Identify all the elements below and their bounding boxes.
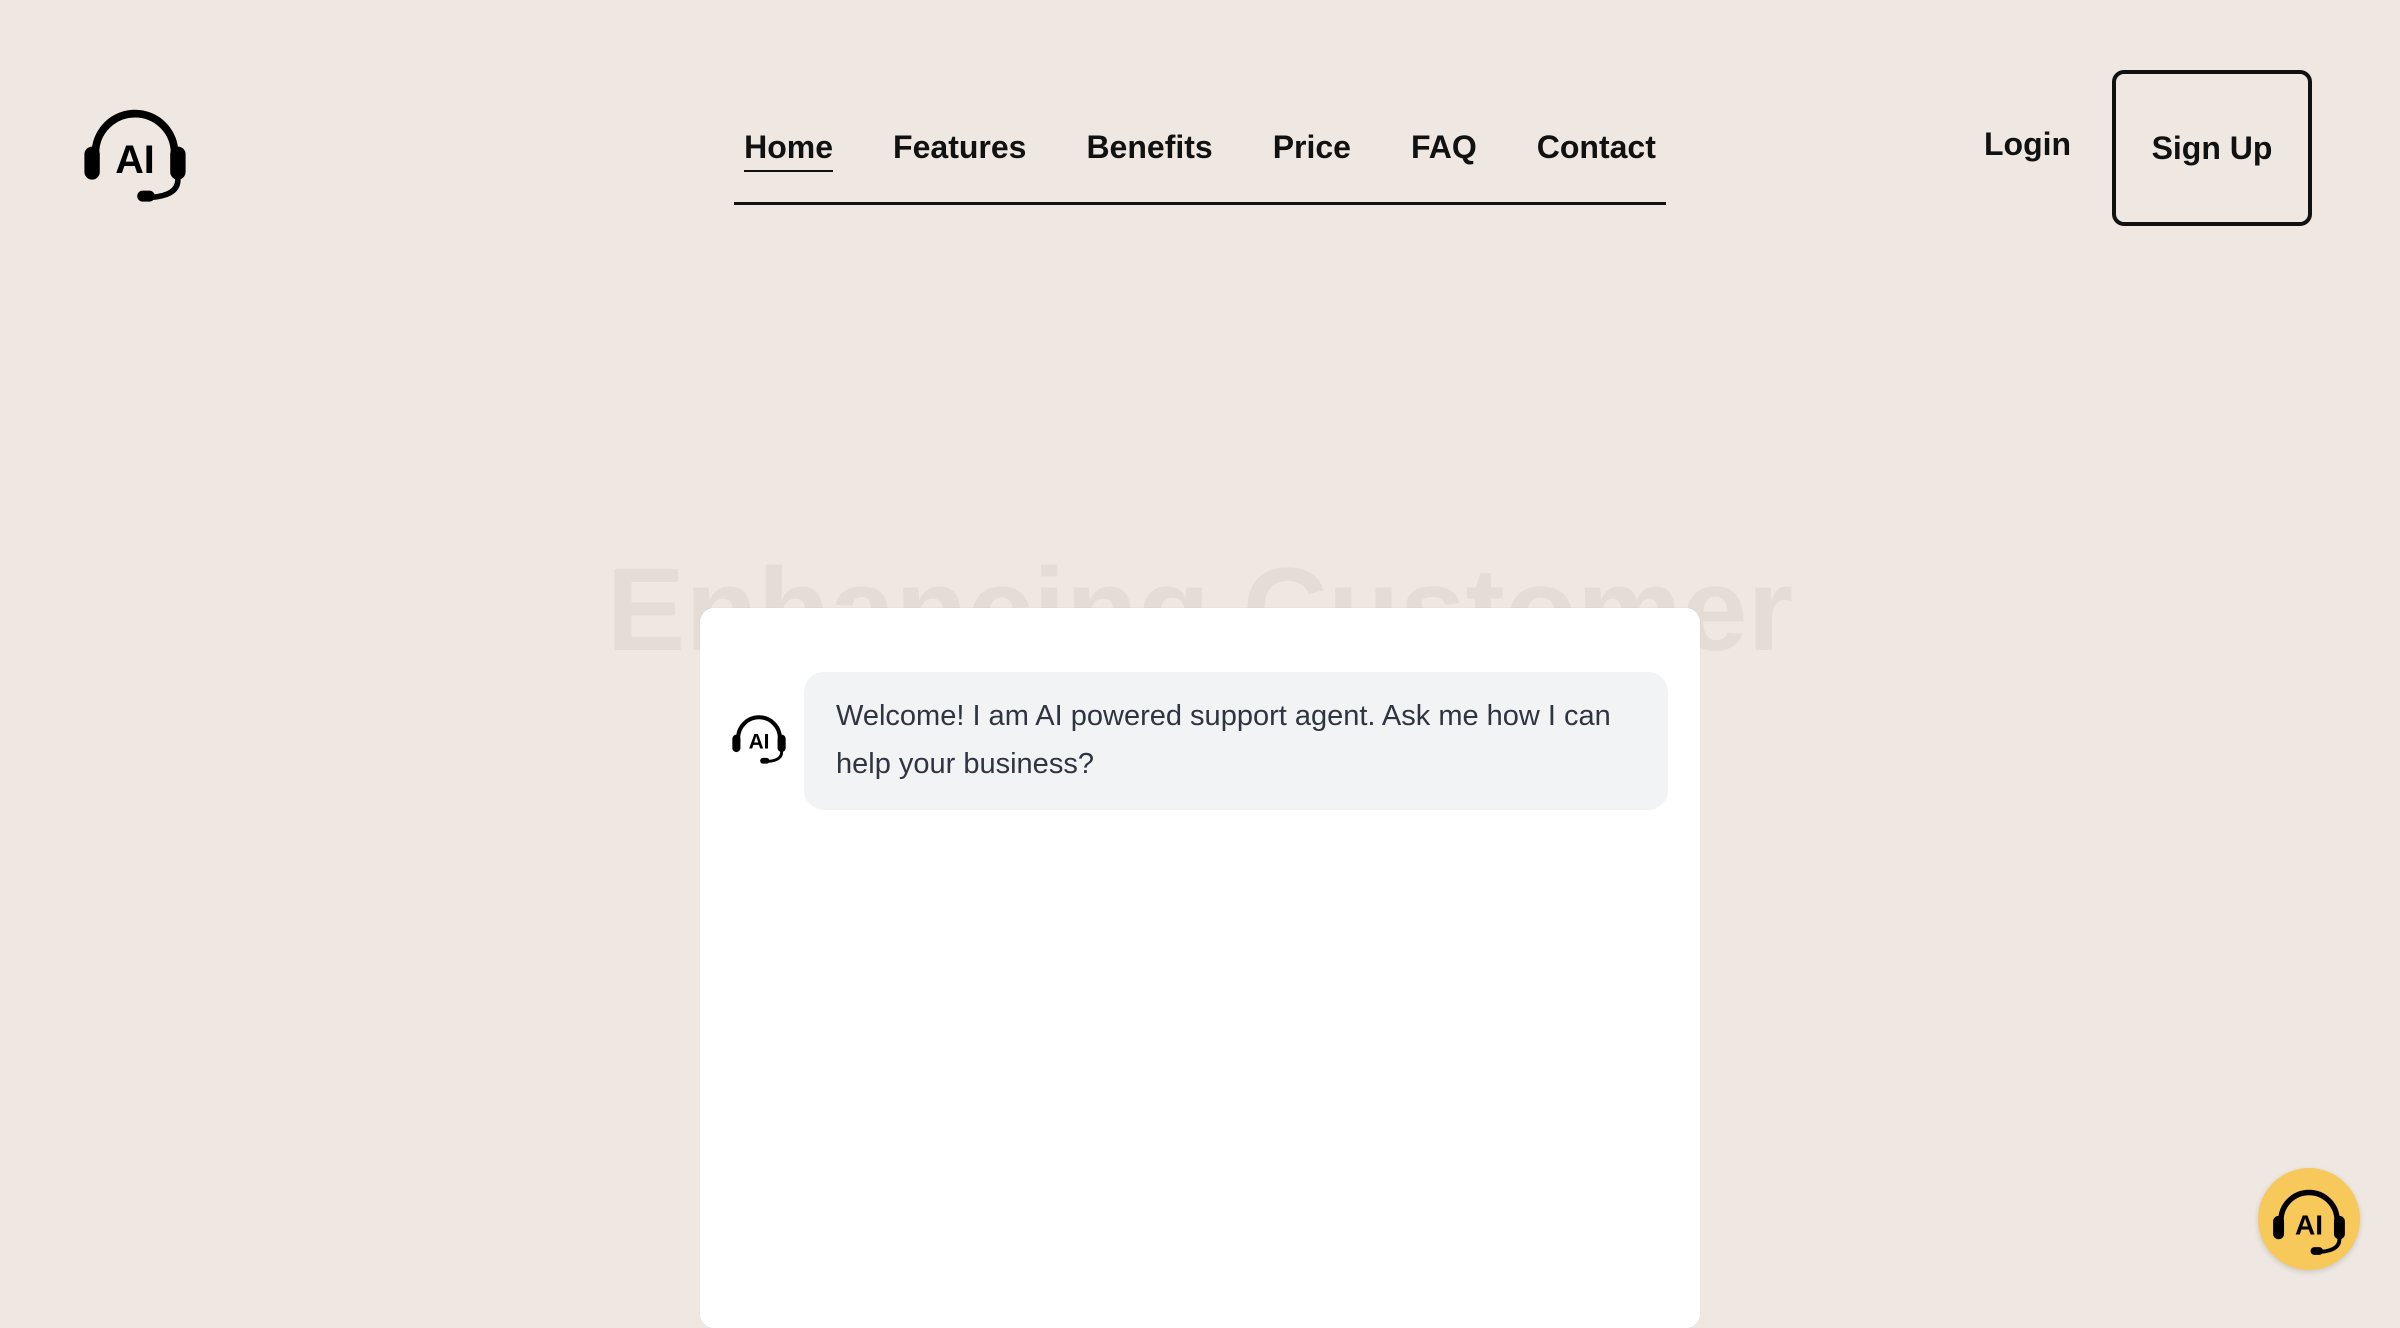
chat-panel: AI Welcome! I am AI powered support agen… [700, 608, 1700, 1328]
chat-message-bubble: Welcome! I am AI powered support agent. … [804, 672, 1668, 810]
nav-item-benefits[interactable]: Benefits [1056, 110, 1242, 166]
chat-launcher-button[interactable]: AI [2258, 1168, 2360, 1270]
chat-avatar: AI [730, 708, 788, 766]
svg-text:AI: AI [2295, 1210, 2323, 1241]
svg-text:AI: AI [749, 731, 770, 754]
site-header: AI Home Features Benefits Price FAQ Cont… [0, 0, 2400, 260]
nav-item-contact[interactable]: Contact [1507, 110, 1686, 166]
logo[interactable]: AI [80, 96, 190, 206]
nav-item-faq[interactable]: FAQ [1381, 110, 1507, 166]
main-nav: Home Features Benefits Price FAQ Contact [734, 110, 1666, 205]
svg-text:AI: AI [115, 138, 155, 182]
nav-item-features[interactable]: Features [863, 110, 1056, 166]
login-link[interactable]: Login [1984, 126, 2071, 163]
nav-item-price[interactable]: Price [1243, 110, 1381, 166]
nav-item-home[interactable]: Home [714, 110, 863, 173]
signup-button[interactable]: Sign Up [2112, 70, 2312, 226]
headset-ai-icon: AI [84, 109, 186, 202]
headset-ai-icon: AI [732, 715, 786, 764]
headset-ai-icon: AI [2273, 1189, 2345, 1255]
